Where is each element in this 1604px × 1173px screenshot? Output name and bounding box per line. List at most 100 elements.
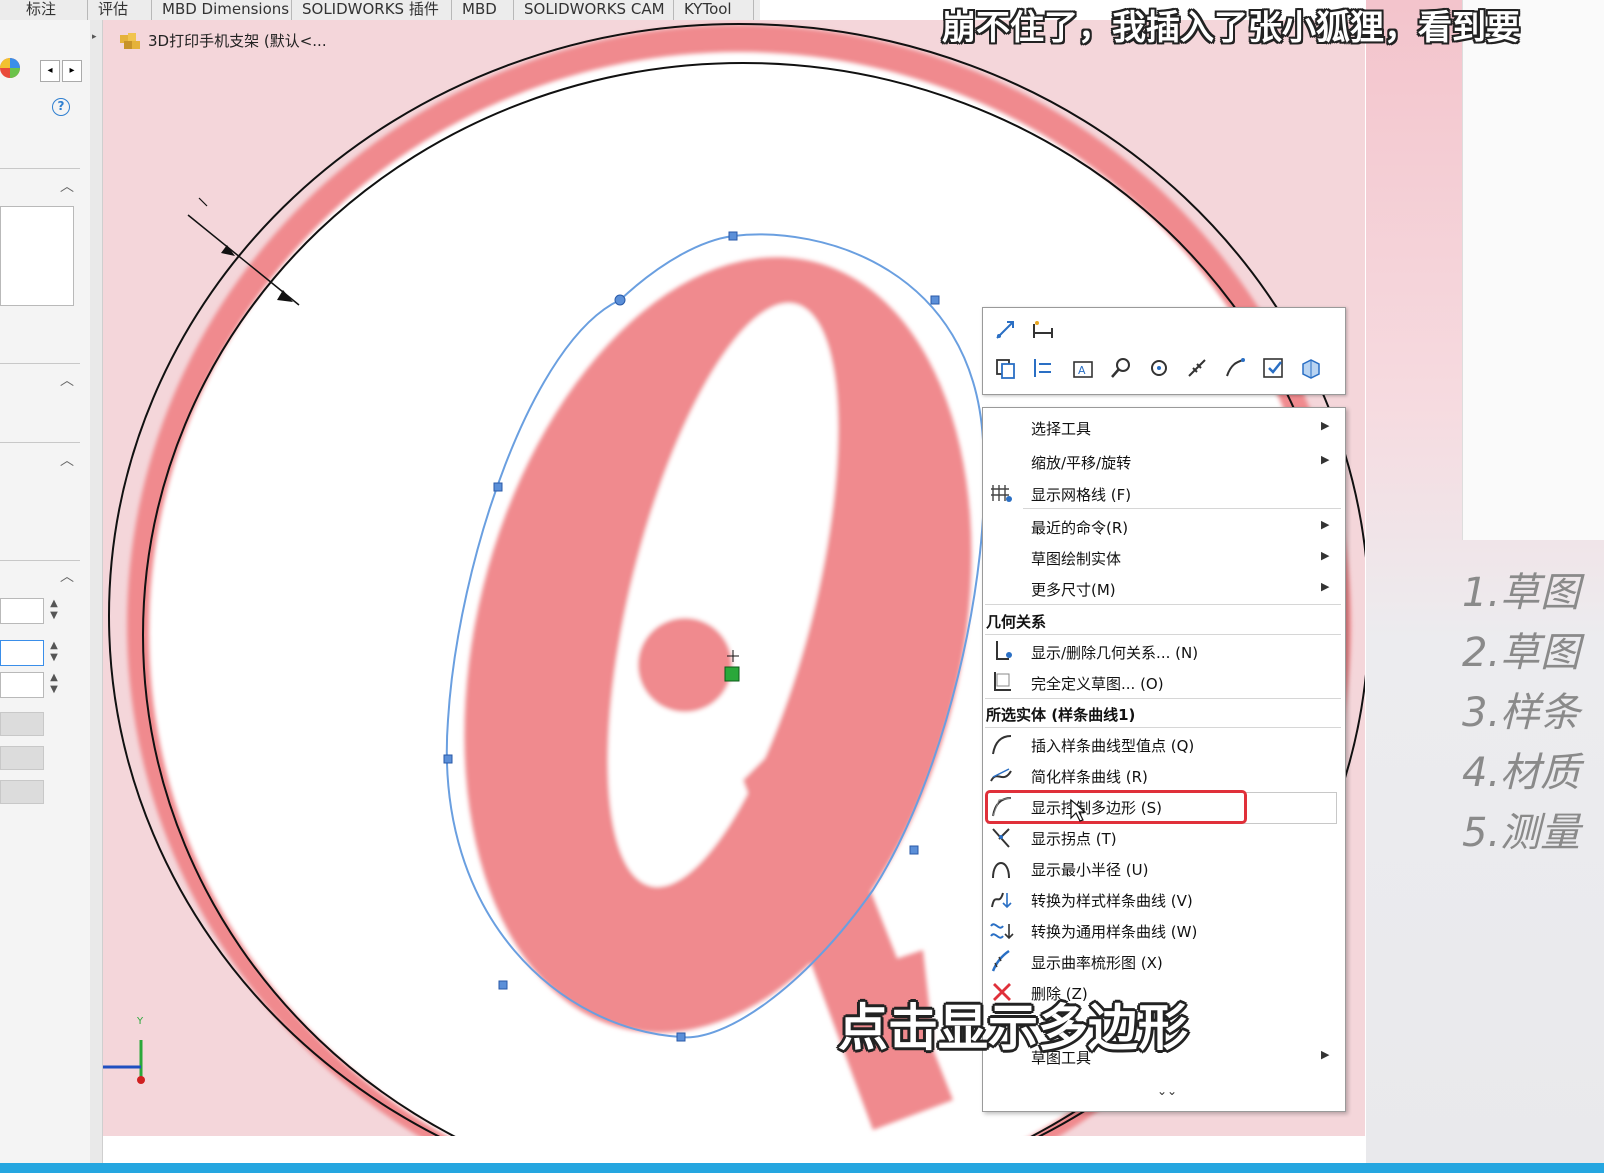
collapse-chevron-icon[interactable]: ︿ xyxy=(60,454,74,468)
grid-icon xyxy=(989,481,1015,505)
right-preview-card xyxy=(1462,0,1604,540)
sketch-tool-icon[interactable] xyxy=(1221,354,1249,382)
style-spline-icon xyxy=(989,887,1015,911)
collapse-chevron-icon[interactable]: ︿ xyxy=(60,180,74,194)
menu-item-select-tools[interactable]: 选择工具 ▶ xyxy=(983,412,1345,442)
menu-item-show-inflection-points[interactable]: 显示拐点 (T) xyxy=(983,822,1345,852)
general-spline-icon xyxy=(989,918,1015,942)
menu-separator xyxy=(985,634,1341,635)
document-title: 3D打印手机支架 (默认<... xyxy=(148,32,327,50)
status-accent-bar xyxy=(0,1163,1604,1173)
note-icon[interactable]: A xyxy=(1069,354,1097,382)
menu-item-recent-commands[interactable]: 最近的命令(R) ▶ xyxy=(983,511,1345,541)
tab-mbd-dimensions[interactable]: MBD Dimensions xyxy=(152,0,292,20)
rotate-view-icon[interactable] xyxy=(1145,354,1173,382)
menu-separator xyxy=(985,727,1341,728)
submenu-arrow-icon: ▶ xyxy=(1321,1048,1330,1061)
spin-arrows-icon[interactable]: ▲ ▼ xyxy=(48,598,60,624)
panel-splitter[interactable]: ▸ xyxy=(90,20,103,1163)
tab-solidworks-cam[interactable]: SOLIDWORKS CAM xyxy=(514,0,674,20)
help-icon[interactable]: ? xyxy=(52,98,70,116)
outline-item-2: 2.草图 xyxy=(1462,630,1581,676)
simplify-spline-icon xyxy=(989,763,1015,787)
copy-entities-icon[interactable] xyxy=(991,354,1019,382)
tab-annotate[interactable]: 标注 xyxy=(0,0,88,20)
exit-sketch-icon[interactable] xyxy=(1259,354,1287,382)
min-radius-icon xyxy=(989,856,1015,880)
collapse-chevron-icon[interactable]: ︿ xyxy=(60,374,74,388)
part-icon xyxy=(118,31,142,51)
horizontal-dimension-icon[interactable] xyxy=(1029,316,1057,344)
measure-icon[interactable] xyxy=(1183,354,1211,382)
divider xyxy=(0,363,80,364)
selection-list-box[interactable] xyxy=(0,206,74,306)
tab-mbd[interactable]: MBD xyxy=(452,0,514,20)
numeric-field-focused[interactable] xyxy=(0,640,44,666)
highlight-annotation-box xyxy=(985,790,1247,824)
option-button[interactable] xyxy=(0,780,44,804)
menu-separator xyxy=(985,604,1341,605)
menu-item-show-curvature-comb[interactable]: 显示曲率梳形图 (X) xyxy=(983,946,1345,976)
collapse-chevron-icon[interactable]: ︿ xyxy=(60,570,74,584)
spline-point-icon xyxy=(989,732,1015,756)
menu-item-zoom-pan-rotate[interactable]: 缩放/平移/旋转 ▶ xyxy=(983,446,1345,476)
subtitle-bottom: 点击显示多边形 xyxy=(838,999,1188,1057)
feature-tree-root[interactable]: 3D打印手机支架 (默认<... xyxy=(118,30,327,51)
menu-item-more-dimensions[interactable]: 更多尺寸(M) ▶ xyxy=(983,573,1345,603)
menu-separator xyxy=(985,698,1341,699)
submenu-arrow-icon: ▶ xyxy=(1321,419,1330,432)
divider xyxy=(0,168,80,169)
menu-item-simplify-spline[interactable]: 简化样条曲线 (R) xyxy=(983,760,1345,790)
submenu-arrow-icon: ▶ xyxy=(1321,453,1330,466)
menu-item-insert-spline-point[interactable]: 插入样条曲线型值点 (Q) xyxy=(983,729,1345,759)
expand-menu-icon[interactable]: ⌄⌄ xyxy=(1157,1084,1177,1098)
outline-item-1: 1.草图 xyxy=(1462,570,1581,616)
divider xyxy=(0,560,80,561)
submenu-arrow-icon: ▶ xyxy=(1321,518,1330,531)
appearance-icon[interactable] xyxy=(0,56,24,80)
subtitle-top: 崩不住了，我插入了张小狐狸，看到要 xyxy=(942,8,1520,48)
outline-item-4: 4.材质 xyxy=(1462,750,1581,796)
divider xyxy=(0,442,80,443)
numeric-field[interactable] xyxy=(0,672,44,698)
menu-header-selected-entity: 所选实体 (样条曲线1) xyxy=(986,706,1136,724)
inflection-icon xyxy=(989,825,1015,849)
numeric-field[interactable] xyxy=(0,598,44,624)
outline-item-5: 5.测量 xyxy=(1462,810,1581,856)
menu-item-show-min-radius[interactable]: 显示最小半径 (U) xyxy=(983,853,1345,883)
origin-marker xyxy=(724,666,740,682)
menu-item-convert-style-spline[interactable]: 转换为样式样条曲线 (V) xyxy=(983,884,1345,914)
menu-item-show-grid[interactable]: 显示网格线 (F) xyxy=(983,478,1345,508)
submenu-arrow-icon: ▶ xyxy=(1321,549,1330,562)
menu-item-convert-general-spline[interactable]: 转换为通用样条曲线 (W) xyxy=(983,915,1345,945)
menu-separator xyxy=(1023,508,1341,509)
menu-header-relations: 几何关系 xyxy=(986,613,1047,631)
menu-item-fully-define-sketch[interactable]: 完全定义草图... (O) xyxy=(983,667,1345,697)
zoom-icon[interactable] xyxy=(1107,354,1135,382)
triad-label-y: Y xyxy=(137,1016,144,1027)
option-button[interactable] xyxy=(0,746,44,770)
context-toolbar: A xyxy=(982,307,1346,395)
smart-dimension-icon[interactable] xyxy=(991,316,1019,344)
submenu-arrow-icon: ▶ xyxy=(1321,580,1330,593)
mouse-cursor-icon xyxy=(1069,798,1087,822)
tab-evaluate[interactable]: 评估 xyxy=(88,0,152,20)
svg-text:A: A xyxy=(1078,364,1086,377)
mirror-dimension-icon[interactable] xyxy=(1029,354,1057,382)
fully-define-icon xyxy=(989,670,1015,694)
menu-item-sketch-entities[interactable]: 草图绘制实体 ▶ xyxy=(983,542,1345,572)
tab-kytool[interactable]: KYTool xyxy=(674,0,754,20)
curvature-comb-icon xyxy=(989,949,1015,973)
view-orientation-icon[interactable] xyxy=(1297,354,1325,382)
tab-solidworks-addins[interactable]: SOLIDWORKS 插件 xyxy=(292,0,452,20)
property-manager-panel: ◂ ▸ ? ︿ ︿ ︿ ︿ ▲ ▼ ▲ ▼ ▲ ▼ xyxy=(0,20,91,1163)
command-manager-tabs: 标注 评估 MBD Dimensions SOLIDWORKS 插件 MBD S… xyxy=(0,0,760,21)
relations-icon xyxy=(989,639,1015,663)
spin-arrows-icon[interactable]: ▲ ▼ xyxy=(48,672,60,698)
nav-next-button[interactable]: ▸ xyxy=(62,60,82,82)
outline-item-3: 3.样条 xyxy=(1462,690,1581,736)
menu-item-display-delete-relations[interactable]: 显示/删除几何关系... (N) xyxy=(983,636,1345,666)
option-button[interactable] xyxy=(0,712,44,736)
nav-prev-button[interactable]: ◂ xyxy=(40,60,60,82)
spin-arrows-icon[interactable]: ▲ ▼ xyxy=(48,640,60,666)
